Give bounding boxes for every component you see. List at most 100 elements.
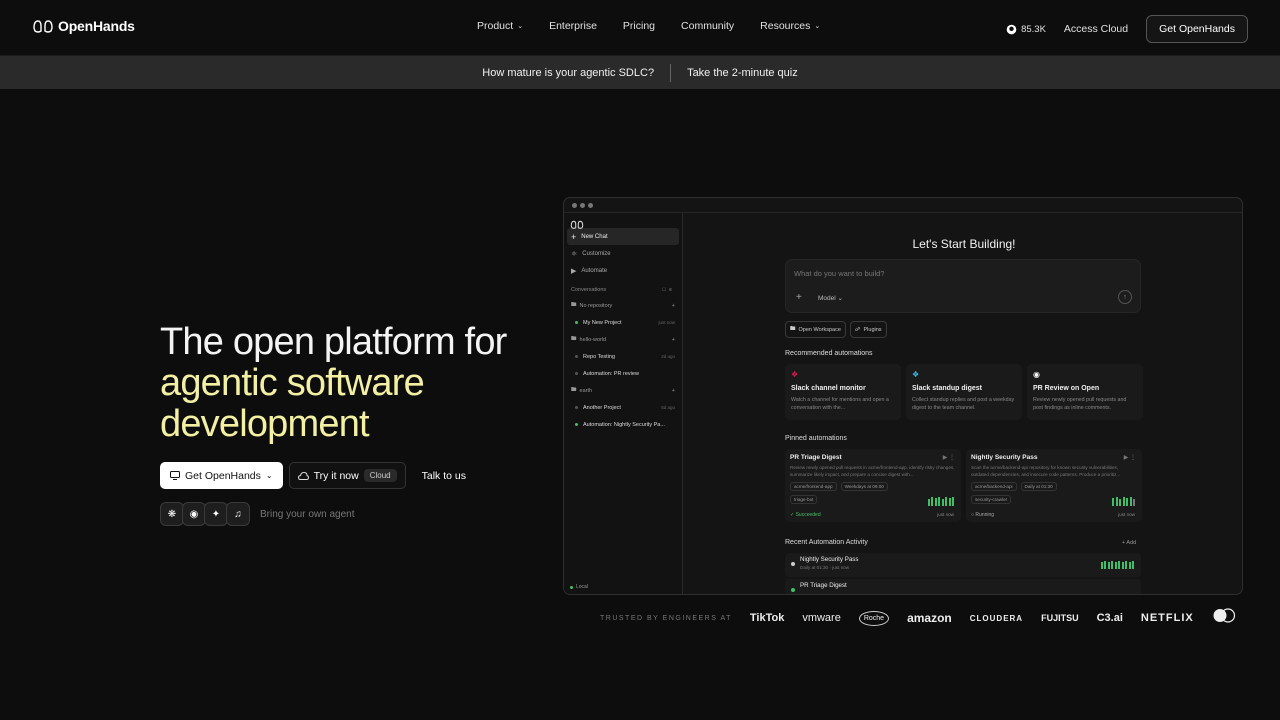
- status-dot: [791, 562, 795, 566]
- recommended-card[interactable]: ❖ Slack standup digest Collect standup r…: [906, 364, 1022, 420]
- run-bar: [934, 498, 937, 506]
- access-cloud-link[interactable]: Access Cloud: [1064, 23, 1128, 35]
- nav-get-openhands-button[interactable]: Get OpenHands: [1146, 15, 1248, 43]
- conversation-group[interactable]: 🖿 earth +: [564, 382, 682, 399]
- hands-logo-icon: [33, 20, 53, 33]
- activity-title-text: PR Triage Digest: [800, 582, 847, 589]
- cloud-icon: [297, 471, 309, 480]
- customize-label: Customize: [582, 250, 611, 257]
- logo[interactable]: OpenHands: [32, 18, 135, 34]
- send-arrow-icon[interactable]: ↑: [1118, 290, 1132, 304]
- activity-list: Nightly Security Pass Daily at 01:30 · j…: [785, 553, 1141, 594]
- prompt-box[interactable]: What do you want to build? + Model ⌄ ↑: [785, 259, 1141, 313]
- recommended-title: Recommended automations: [785, 350, 873, 357]
- conversation-item[interactable]: Automation: Nightly Security Pa...: [564, 416, 682, 433]
- conversation-group[interactable]: 🖿 No repository +: [564, 297, 682, 314]
- nav-resources[interactable]: Resources ⌄: [760, 20, 820, 32]
- plugins-chip[interactable]: ☍ Plugins: [849, 321, 887, 338]
- plus-icon[interactable]: +: [672, 388, 675, 394]
- plus-icon[interactable]: +: [672, 337, 675, 343]
- plug-icon: ☍: [854, 326, 861, 333]
- try-it-now-button[interactable]: Try it now Cloud: [288, 462, 406, 489]
- activity-row[interactable]: PR Triage Digest: [785, 579, 1141, 594]
- conversation-item[interactable]: Automation: PR review: [564, 365, 682, 382]
- top-nav: OpenHands Product ⌄ Enterprise Pricing Co…: [0, 0, 1280, 56]
- announcement-banner: How mature is your agentic SDLC? Take th…: [0, 56, 1280, 89]
- sidebar-customize[interactable]: ⚛ Customize: [564, 245, 682, 262]
- plus-icon: +: [571, 231, 577, 242]
- run-bar: [1114, 562, 1117, 569]
- run-bar: [1100, 562, 1103, 569]
- openhands-agent-icon[interactable]: ♫: [226, 502, 250, 526]
- run-bar: [1125, 561, 1127, 569]
- run-bar: [1132, 561, 1134, 569]
- run-history-bars: [1100, 561, 1134, 569]
- card-description: Collect standup replies and post a weekd…: [912, 397, 1015, 411]
- conversation-time: 5d ago: [661, 405, 675, 410]
- nav-product[interactable]: Product ⌄: [477, 20, 523, 32]
- group-name: No repository: [579, 302, 613, 309]
- slack-icon: ❖: [791, 370, 799, 379]
- run-history-bars: [927, 497, 954, 506]
- nav-resources-label: Resources: [760, 20, 811, 32]
- openai-agent-icon[interactable]: ◉: [182, 502, 206, 526]
- pinned-card[interactable]: Nightly Security Pass ▶ ⋮ Scan the acme/…: [966, 449, 1142, 522]
- gemini-agent-icon[interactable]: ✦: [204, 502, 228, 526]
- folder-filter-icons[interactable]: □≡: [662, 287, 675, 293]
- automate-label: Automate: [581, 267, 608, 274]
- nav-enterprise[interactable]: Enterprise: [549, 20, 597, 32]
- open-workspace-chip[interactable]: 🖿 Open Workspace: [785, 321, 846, 338]
- play-icon[interactable]: ▶ ⋮: [943, 454, 955, 461]
- conversation-group[interactable]: 🖿 hello-world +: [564, 331, 682, 348]
- hero-line-3: development: [160, 403, 370, 445]
- banner-quiz-link[interactable]: Take the 2-minute quiz: [687, 67, 798, 79]
- folder-icon: 🖿: [571, 387, 577, 393]
- status-dot: [575, 406, 578, 409]
- claude-agent-icon[interactable]: ❋: [160, 502, 184, 526]
- new-chat-label: New Chat: [581, 233, 608, 240]
- card-tags: acme/frontend-app Weekdays at 09:00: [790, 482, 956, 491]
- card-tags: acme/backend-api Daily at 01:30: [971, 482, 1137, 491]
- window-titlebar: [564, 198, 1242, 213]
- status-label: ○ Running: [971, 512, 995, 518]
- activity-add-button[interactable]: + Add: [1122, 540, 1136, 546]
- hero-get-openhands-button[interactable]: Get OpenHands ⌄: [160, 462, 283, 489]
- conversation-item[interactable]: Repo Testing 2d ago: [564, 348, 682, 365]
- run-bar: [931, 497, 933, 506]
- run-bar: [1118, 561, 1120, 569]
- card-description: Review newly opened pull requests and po…: [1033, 397, 1127, 411]
- nav-pricing[interactable]: Pricing: [623, 20, 655, 32]
- bot-tag: security-crawler: [971, 495, 1012, 504]
- conversation-item[interactable]: Another Project 5d ago: [564, 399, 682, 416]
- card-time: just now: [937, 512, 954, 517]
- hero-cta-row: Get OpenHands ⌄ Try it now Cloud Talk to…: [160, 462, 466, 489]
- nav-community[interactable]: Community: [681, 20, 734, 32]
- fujitsu-logo: FUJITSU: [1041, 613, 1079, 623]
- hero-get-openhands-label: Get OpenHands: [185, 469, 261, 482]
- recommended-card[interactable]: ❖ Slack channel monitor Watch a channel …: [785, 364, 901, 420]
- conversation-title: My New Project: [583, 319, 622, 326]
- run-bar: [1129, 497, 1132, 506]
- run-bar: [1115, 497, 1118, 506]
- run-bar: [1121, 562, 1124, 569]
- plus-icon[interactable]: +: [672, 303, 675, 309]
- model-select[interactable]: Model ⌄: [818, 294, 843, 302]
- play-icon[interactable]: ▶ ⋮: [1124, 454, 1136, 461]
- run-bar: [1126, 498, 1128, 506]
- app-sidebar: + New Chat ⚛ Customize ▶ Automate Conversat…: [564, 213, 683, 594]
- tiktok-logo: TikTok: [749, 612, 785, 624]
- folder-icon: 🖿: [571, 302, 577, 308]
- talk-to-us-link[interactable]: Talk to us: [422, 470, 466, 482]
- plus-icon[interactable]: +: [796, 292, 802, 303]
- local-label: Local: [576, 584, 588, 590]
- pinned-card[interactable]: PR Triage Digest ▶ ⋮ Review newly opened…: [785, 449, 961, 522]
- conversation-item[interactable]: My New Project just now: [564, 314, 682, 331]
- cloud-badge: Cloud: [363, 469, 397, 482]
- window-dot-icon: [572, 202, 577, 208]
- github-stars-link[interactable]: 85.3K: [1006, 24, 1046, 35]
- window-dot-icon: [580, 202, 585, 208]
- recommended-card[interactable]: ◉ PR Review on Open Review newly opened …: [1027, 364, 1143, 420]
- activity-row[interactable]: Nightly Security Pass Daily at 01:30 · j…: [785, 553, 1141, 577]
- model-label: Model: [818, 295, 836, 302]
- sidebar-automate[interactable]: ▶ Automate: [564, 262, 682, 279]
